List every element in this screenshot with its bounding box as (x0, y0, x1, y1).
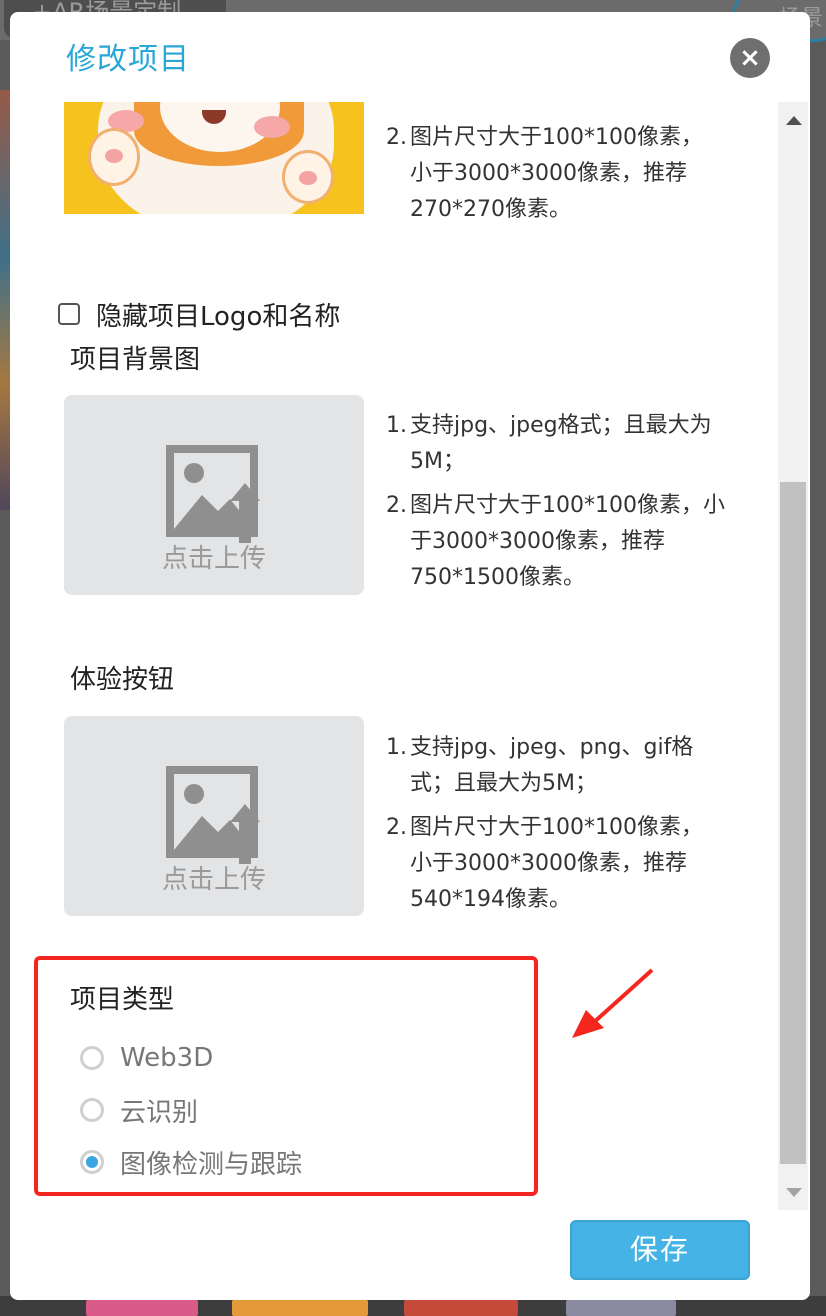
radio-option-web3d[interactable]: Web3D (80, 1038, 213, 1078)
close-button[interactable]: × (730, 38, 770, 78)
hide-logo-checkbox-row[interactable]: 隐藏项目Logo和名称 (58, 294, 340, 334)
save-button[interactable]: 保存 (570, 1220, 750, 1280)
experience-button-upload[interactable]: 点击上传 (64, 716, 364, 916)
image-upload-icon (166, 445, 260, 543)
backdrop-thumbnail (566, 1300, 676, 1316)
logo-requirements: 2. 图片尺寸大于100*100像素，小于3000*3000像素，推荐270*2… (386, 120, 706, 236)
list-item: 2. 图片尺寸大于100*100像素，小于3000*3000像素，推荐750*1… (386, 493, 725, 590)
background-image-upload[interactable]: 点击上传 (64, 395, 364, 595)
radio-button-selected[interactable] (80, 1150, 104, 1174)
logo-preview-image[interactable] (64, 102, 364, 214)
backdrop-thumbnail-strip (0, 90, 10, 510)
radio-option-cloud-recognition[interactable]: 云识别 (80, 1090, 198, 1130)
radio-button[interactable] (80, 1098, 104, 1122)
experience-button-label: 体验按钮 (70, 665, 175, 695)
radio-label: 图像检测与跟踪 (120, 1149, 303, 1180)
backdrop-thumbnail (232, 1300, 368, 1316)
hide-logo-label: 隐藏项目Logo和名称 (96, 301, 341, 332)
hide-logo-checkbox[interactable] (58, 303, 80, 325)
project-type-label: 项目类型 (70, 985, 175, 1015)
radio-button[interactable] (80, 1046, 104, 1070)
close-icon: × (739, 43, 761, 73)
dialog-title: 修改项目 (66, 42, 190, 77)
background-image-label: 项目背景图 (70, 345, 201, 375)
backdrop-thumbnail (86, 1300, 198, 1316)
backdrop-thumbnail (404, 1300, 518, 1316)
list-item: 1. 支持jpg、jpeg格式；且最大为5M； (386, 413, 712, 474)
radio-option-image-tracking[interactable]: 图像检测与跟踪 (80, 1142, 302, 1182)
scroll-down-icon[interactable] (786, 1188, 802, 1197)
background-image-requirements: 1. 支持jpg、jpeg格式；且最大为5M； 2. 图片尺寸大于100*100… (386, 408, 736, 604)
dialog-scrollbar[interactable] (778, 102, 808, 1210)
scroll-up-icon[interactable] (786, 116, 802, 125)
annotation-arrow-icon (572, 968, 654, 1038)
experience-button-requirements: 1. 支持jpg、jpeg、png、gif格式；且最大为5M； 2. 图片尺寸大… (386, 730, 716, 926)
radio-label: 云识别 (120, 1097, 199, 1128)
upload-text: 点击上传 (161, 544, 266, 574)
radio-label: Web3D (120, 1043, 214, 1073)
dialog-scroll-content[interactable]: 2. 图片尺寸大于100*100像素，小于3000*3000像素，推荐270*2… (10, 102, 780, 1210)
list-item: 1. 支持jpg、jpeg、png、gif格式；且最大为5M； (386, 735, 694, 796)
list-item: 2. 图片尺寸大于100*100像素，小于3000*3000像素，推荐270*2… (386, 125, 703, 222)
scrollbar-thumb[interactable] (780, 482, 806, 1164)
edit-project-dialog: 修改项目 × 2. 图片尺寸大于100*100像素，小于3000*3000像素，… (10, 12, 810, 1300)
image-upload-icon (166, 766, 260, 864)
list-item: 2. 图片尺寸大于100*100像素，小于3000*3000像素，推荐540*1… (386, 815, 703, 912)
upload-text: 点击上传 (161, 865, 266, 895)
